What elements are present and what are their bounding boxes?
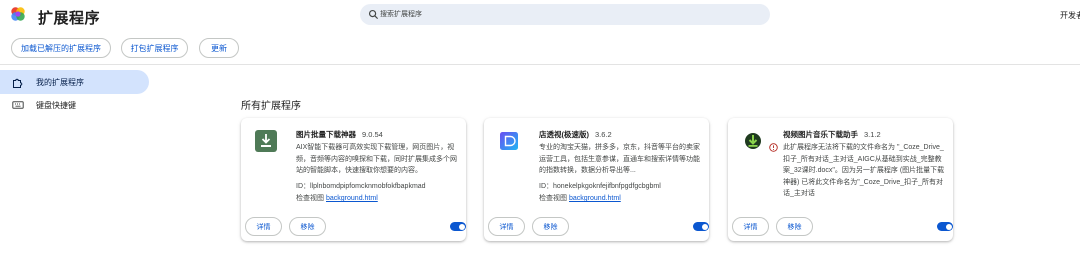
- extension-card: 视频图片音乐下载助手 3.1.2 此扩展程序无法将下载的文件命名为 "_Coze_…: [728, 118, 953, 241]
- extension-card: 图片批量下载神器 9.0.54 AIX智能下载器可高效实现下载管理，网页图片，视频…: [241, 118, 466, 241]
- toggle-knob: [458, 223, 465, 230]
- header: 扩展程序 开发者模式: [0, 0, 1080, 34]
- details-button[interactable]: 详情: [245, 217, 282, 236]
- keyboard-icon: [12, 101, 24, 109]
- download-icon: [255, 130, 277, 152]
- extension-id: ID：honekelpkgoknfejifbnfpgdfgcbgbml: [539, 183, 661, 190]
- search-bar[interactable]: [360, 4, 770, 25]
- sidebar-item-keyboard-shortcuts[interactable]: 键盘快捷键: [0, 93, 149, 117]
- remove-button[interactable]: 移除: [532, 217, 569, 236]
- sidebar-item-my-extensions[interactable]: 我的扩展程序: [0, 70, 149, 94]
- enable-toggle[interactable]: [450, 222, 466, 231]
- remove-button[interactable]: 移除: [289, 217, 326, 236]
- background-page-link[interactable]: background.html: [569, 195, 621, 202]
- extension-id: ID：llplnbomdpipfomcknmobfokfbapkmad: [296, 183, 426, 190]
- extension-version: 3.6.2: [595, 130, 612, 139]
- remove-button[interactable]: 移除: [776, 217, 813, 236]
- extension-name: 视频图片音乐下载助手 3.1.2: [783, 130, 881, 139]
- puzzle-icon: [13, 78, 23, 88]
- developer-mode-label[interactable]: 开发者模式: [1060, 10, 1080, 21]
- store-icon: [500, 132, 518, 150]
- pack-extension-button[interactable]: 打包扩展程序: [121, 38, 188, 58]
- extension-version: 9.0.54: [362, 130, 383, 139]
- section-title: 所有扩展程序: [241, 101, 301, 112]
- details-button[interactable]: 详情: [732, 217, 769, 236]
- enable-toggle[interactable]: [937, 222, 953, 231]
- chrome-extensions-logo-icon: [11, 7, 25, 21]
- extension-name: 图片批量下载神器 9.0.54: [296, 130, 383, 139]
- enable-toggle[interactable]: [693, 222, 709, 231]
- inspect-views: 检查视图 background.html: [296, 195, 378, 202]
- download-arrow-icon: [745, 133, 761, 149]
- details-button[interactable]: 详情: [488, 217, 525, 236]
- toggle-knob: [945, 223, 952, 230]
- extension-card: 店透视(极速版) 3.6.2 专业的淘宝天猫，拼多多，京东，抖音等平台的卖家运营工…: [484, 118, 709, 241]
- toggle-knob: [701, 223, 708, 230]
- update-button[interactable]: 更新: [199, 38, 239, 58]
- toolbar-divider: [0, 64, 1080, 65]
- toolbar: 加载已解压的扩展程序 打包扩展程序 更新: [0, 36, 1080, 65]
- extension-description: 专业的淘宝天猫，拼多多，京东，抖音等平台的卖家运营工具，包括生意参谋，直通车和搜…: [539, 144, 700, 174]
- background-page-link[interactable]: background.html: [326, 195, 378, 202]
- extension-name: 店透视(极速版) 3.6.2: [539, 130, 612, 139]
- sidebar-item-label: 我的扩展程序: [36, 77, 84, 87]
- inspect-views: 检查视图 background.html: [539, 195, 621, 202]
- page-title: 扩展程序: [38, 10, 101, 27]
- extension-error-message: 此扩展程序无法将下载的文件命名为 "_Coze_Drive_扣子_所有对话_主对…: [783, 144, 945, 197]
- search-input[interactable]: [380, 7, 760, 22]
- error-icon: [769, 143, 778, 152]
- search-icon: [368, 9, 379, 20]
- extension-version: 3.1.2: [864, 130, 881, 139]
- sidebar-item-label: 键盘快捷键: [36, 100, 76, 110]
- extension-description: AIX智能下载器可高效实现下载管理，网页图片，视频，音频等内容的嗅探和下载，同时…: [296, 144, 457, 174]
- load-unpacked-button[interactable]: 加载已解压的扩展程序: [11, 38, 111, 58]
